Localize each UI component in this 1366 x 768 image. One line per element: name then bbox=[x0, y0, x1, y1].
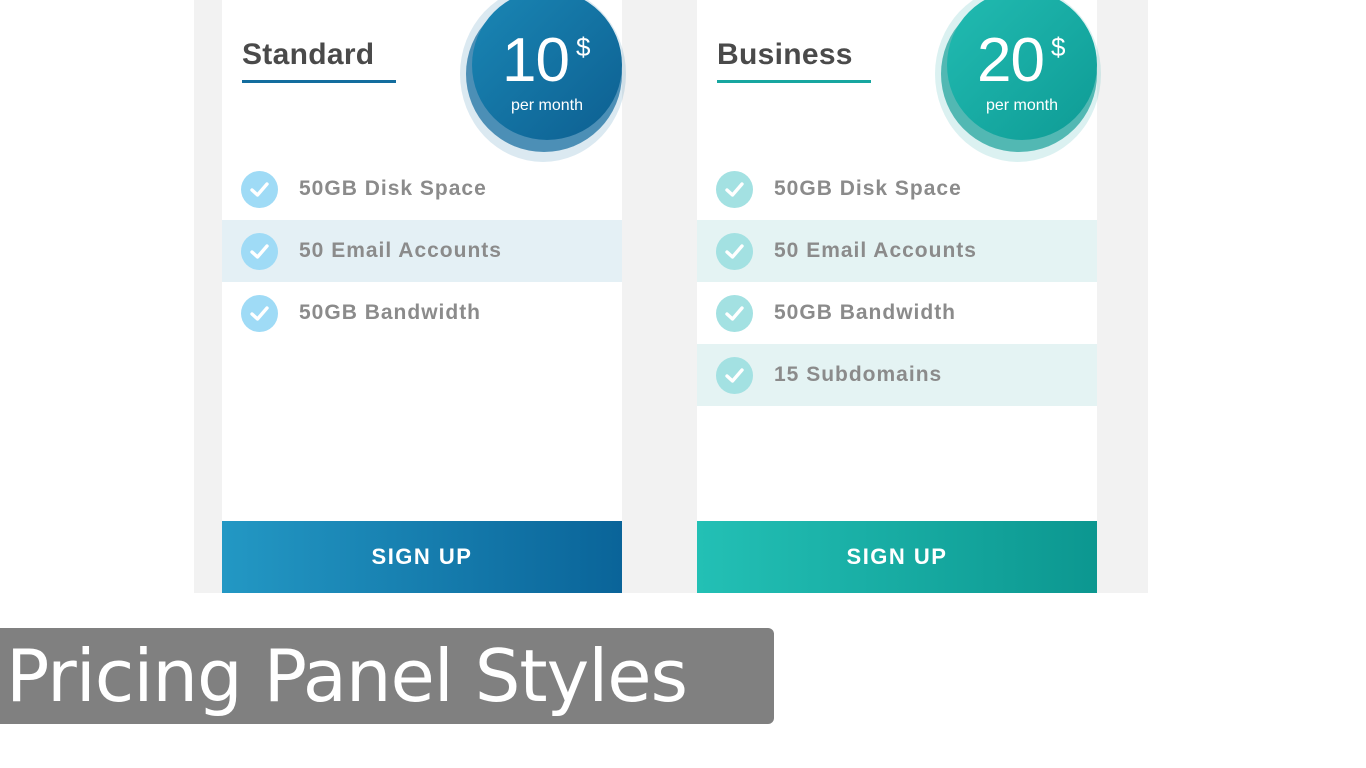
feature-label: 50GB Bandwidth bbox=[299, 301, 482, 324]
check-icon bbox=[716, 295, 753, 332]
feature-label: 50 Email Accounts bbox=[774, 239, 977, 262]
price-amount: 20 bbox=[977, 26, 1045, 95]
title-underline bbox=[242, 80, 396, 83]
plan-title: Business bbox=[717, 38, 853, 71]
feature-item: 15 Subdomains bbox=[697, 344, 1097, 406]
feature-label: 50 Email Accounts bbox=[299, 239, 502, 262]
feature-item: 50GB Disk Space bbox=[222, 158, 622, 220]
price-currency: $ bbox=[576, 32, 591, 62]
title-underline bbox=[717, 80, 871, 83]
check-icon bbox=[241, 233, 278, 270]
feature-label: 50GB Disk Space bbox=[774, 177, 962, 200]
check-icon bbox=[241, 295, 278, 332]
price-amount: 10 bbox=[502, 26, 570, 95]
price-period: per month bbox=[510, 97, 584, 114]
plan-title: Standard bbox=[242, 38, 375, 71]
feature-item: 50 Email Accounts bbox=[697, 220, 1097, 282]
pricing-card-standard: Standard 10 $ per month 50GB Disk Space … bbox=[222, 0, 626, 593]
feature-item: 50GB Disk Space bbox=[697, 158, 1097, 220]
check-icon bbox=[241, 171, 278, 208]
feature-label: 50GB Bandwidth bbox=[774, 301, 957, 324]
banner-title: Pricing Panel Styles bbox=[6, 634, 688, 718]
page: Standard 10 $ per month 50GB Disk Space … bbox=[0, 0, 1366, 768]
pricing-card-business: Business 20 $ per month 50GB Disk Space … bbox=[697, 0, 1101, 593]
signup-button-business[interactable]: SIGN UP bbox=[697, 521, 1097, 593]
check-icon bbox=[716, 171, 753, 208]
feature-item: 50 Email Accounts bbox=[222, 220, 622, 282]
price-period: per month bbox=[985, 97, 1059, 114]
feature-list: 50GB Disk Space 50 Email Accounts 50GB B… bbox=[697, 158, 1097, 406]
check-icon bbox=[716, 357, 753, 394]
signup-button-standard[interactable]: SIGN UP bbox=[222, 521, 622, 593]
feature-label: 50GB Disk Space bbox=[299, 177, 487, 200]
feature-list: 50GB Disk Space 50 Email Accounts 50GB B… bbox=[222, 158, 622, 344]
feature-label: 15 Subdomains bbox=[774, 363, 943, 386]
feature-item: 50GB Bandwidth bbox=[222, 282, 622, 344]
price-currency: $ bbox=[1051, 32, 1066, 62]
feature-item: 50GB Bandwidth bbox=[697, 282, 1097, 344]
caption-banner: Pricing Panel Styles bbox=[0, 628, 774, 724]
check-icon bbox=[716, 233, 753, 270]
